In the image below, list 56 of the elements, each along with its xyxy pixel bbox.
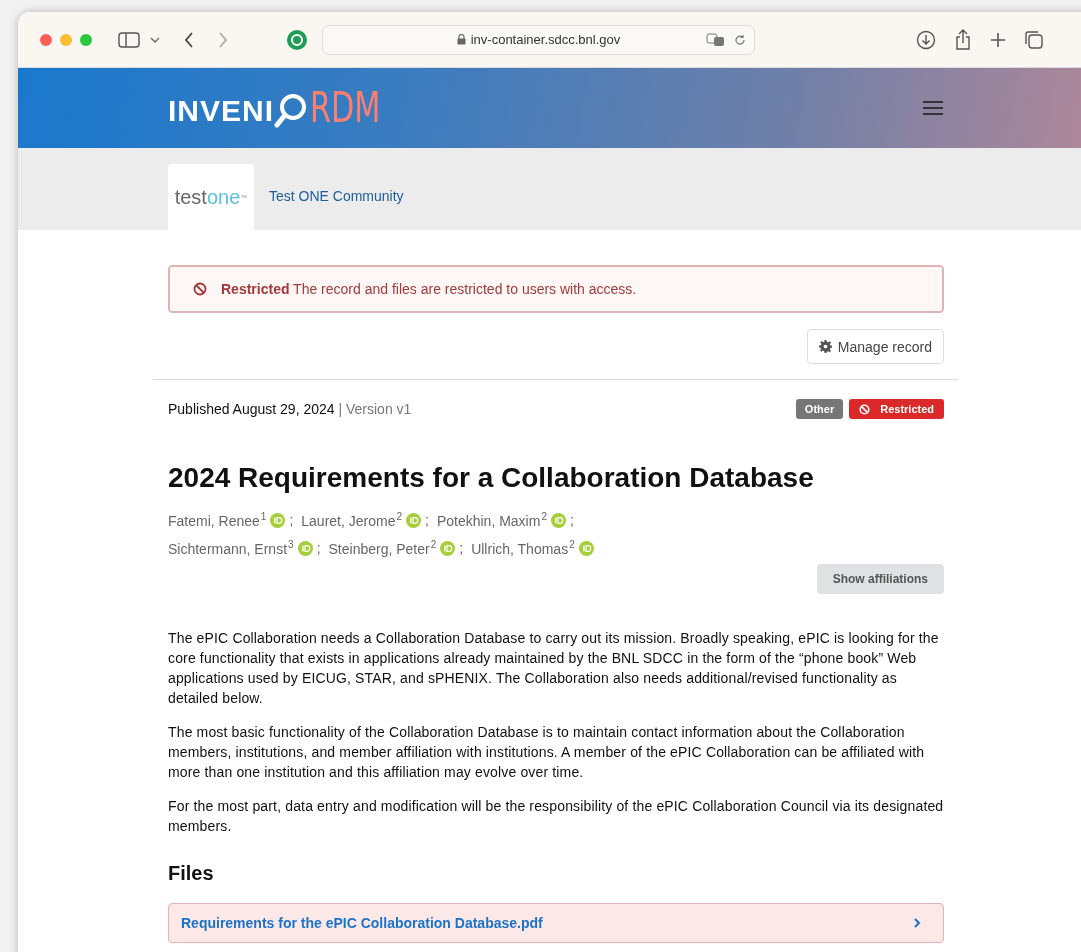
creator-link[interactable]: Fatemi, Renee$^{1}$ <box>168 511 267 529</box>
download-icon[interactable] <box>916 29 936 50</box>
files-heading: Files <box>168 862 215 885</box>
share-icon[interactable] <box>954 28 972 51</box>
community-logo[interactable]: testone$^{™}$ <box>168 164 254 230</box>
address-bar[interactable]: inv-container.sdcc.bnl.gov <box>322 24 755 55</box>
publication-date: Published August 29, 2024 | Version v1 <box>168 401 412 417</box>
plus-icon[interactable] <box>990 31 1006 48</box>
ban-icon <box>193 282 207 296</box>
close-window-button[interactable] <box>40 33 52 46</box>
separator: ; <box>316 540 321 556</box>
creator-link[interactable]: Steinberg, Peter$^{2}$ <box>328 539 437 557</box>
record-title: 2024 Requirements for a Collaboration Database <box>168 462 815 494</box>
file-accordion[interactable]: Requirements for the ePIC Collaboration Database.pdf <box>168 903 944 943</box>
lock-icon <box>456 34 466 45</box>
description-paragraph: The ePIC Collaboration needs a Collaboration Database to carry out its mission. Broadly speaking, ePIC is looking for the core functionality that exists in applications already maintained by the BNL SDCC in the form of the “phone book” Web applications used by EICUG, STAR, and sPHENIX. The Collaboration also needs additional/revised functionality as detailed below. <box>168 629 940 708</box>
creator-link[interactable]: Lauret, Jerome$^{2}$ <box>301 511 402 529</box>
extension-icon[interactable] <box>286 28 308 51</box>
ban-icon <box>859 403 871 415</box>
creator-link[interactable]: Ullrich, Thomas$^{2}$ <box>471 539 575 557</box>
site-logo[interactable]: INVENI RDM <box>168 87 398 129</box>
logo-accent: RDM <box>310 87 381 129</box>
orcid-icon[interactable] <box>270 512 286 528</box>
access-label: Restricted <box>849 399 944 419</box>
menu-icon[interactable] <box>922 100 944 116</box>
creator-link[interactable]: Potekhin, Maxim$^{2}$ <box>436 511 547 529</box>
zoom-window-button[interactable] <box>80 33 92 46</box>
tabs-overview-icon[interactable] <box>1024 29 1044 50</box>
gear-icon <box>818 340 832 353</box>
back-icon[interactable] <box>184 31 194 48</box>
orcid-icon[interactable] <box>550 512 566 528</box>
description-paragraph: For the most part, data entry and modification will be the responsibility of the ePIC Collaboration Council via its designated members. <box>168 797 944 836</box>
separator: ; <box>459 540 464 556</box>
orcid-icon[interactable] <box>578 540 594 556</box>
orcid-icon[interactable] <box>297 540 313 556</box>
creator-link[interactable]: Sichtermann, Ernst$^{3}$ <box>168 539 294 557</box>
reload-icon[interactable] <box>734 33 746 46</box>
sidebar-icon[interactable] <box>118 31 140 48</box>
show-affiliations-button[interactable]: Show affiliations <box>816 564 944 594</box>
resource-type-label: Other <box>795 399 844 419</box>
orcid-icon[interactable] <box>440 540 456 556</box>
description-paragraph: The most basic functionality of the Collaboration Database is to maintain contact information about the Collaboration members, institutions, and member affiliation with institutions. A member of the ePIC Collaboration can be affiliated with more than one institution and this affiliation may evolve over time. <box>168 723 926 782</box>
community-link[interactable]: Test ONE Community <box>269 188 404 204</box>
translate-icon[interactable] <box>706 32 726 47</box>
chevron-down-icon[interactable] <box>150 36 160 43</box>
alert-message: Restricted The record and files are restricted to users with access. <box>221 281 637 297</box>
separator: ; <box>425 512 429 528</box>
magnifier-icon <box>274 93 309 129</box>
logo-wordmark: INVENI <box>168 93 275 129</box>
separator: ; <box>289 512 294 528</box>
url-text: inv-container.sdcc.bnl.gov <box>470 32 621 47</box>
orcid-icon[interactable] <box>406 512 421 528</box>
manage-record-button[interactable]: Manage record <box>806 329 944 364</box>
forward-icon[interactable] <box>218 31 228 48</box>
file-name: Requirements for the ePIC Collaboration Database.pdf <box>181 915 543 931</box>
separator: ; <box>569 512 574 528</box>
